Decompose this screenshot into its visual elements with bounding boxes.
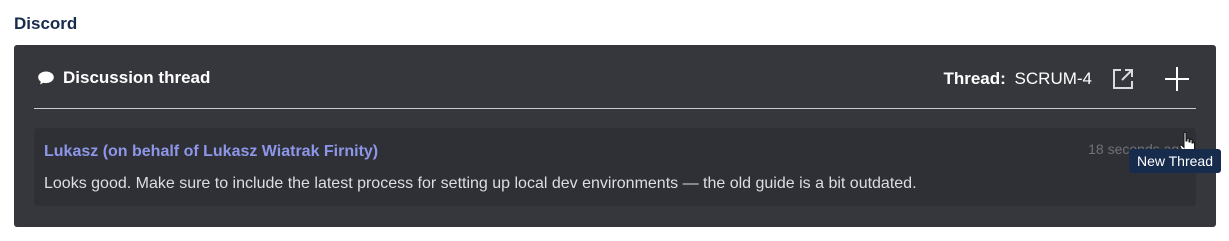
thread-id: SCRUM-4 (1014, 69, 1092, 88)
thread-message: Lukasz (on behalf of Lukasz Wiatrak Firn… (34, 128, 1196, 206)
message-author[interactable]: Lukasz (on behalf of Lukasz Wiatrak Firn… (44, 143, 378, 161)
discussion-title: Discussion thread (63, 68, 211, 87)
thread-info: Thread: SCRUM-4 (943, 69, 1092, 89)
plus-icon (1165, 67, 1189, 91)
message-text: Looks good. Make sure to include the lat… (44, 175, 917, 192)
discord-panel: Discussion thread Thread: SCRUM-4 Lukasz… (14, 45, 1221, 227)
chat-bubble-icon (37, 70, 55, 86)
thread-label: Thread: (943, 69, 1006, 88)
open-external-icon (1113, 69, 1133, 89)
header-left: Discussion thread (37, 68, 210, 88)
new-thread-tooltip: New Thread (1129, 149, 1221, 173)
open-external-button[interactable] (1109, 65, 1137, 93)
new-thread-button[interactable] (1163, 65, 1191, 93)
section-title: Discord (14, 14, 78, 33)
panel-header: Discussion thread Thread: SCRUM-4 (34, 45, 1196, 109)
